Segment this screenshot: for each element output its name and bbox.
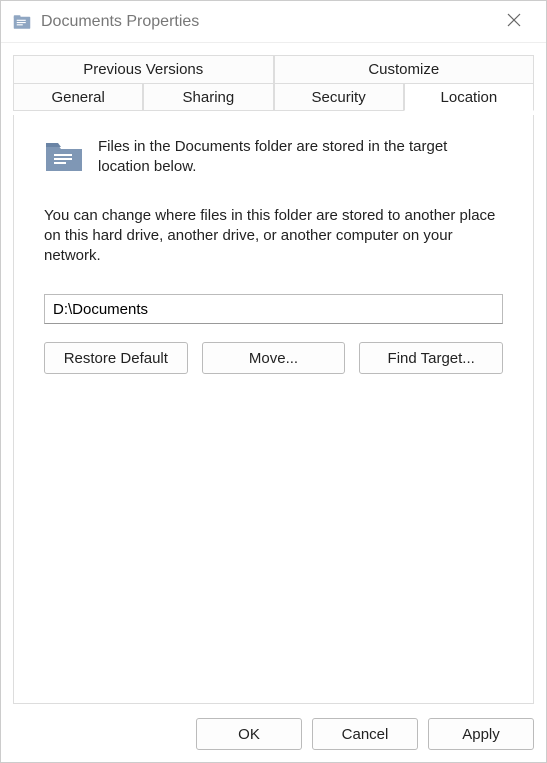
tab-label: Sharing [183,89,235,106]
content-area: Previous Versions Customize General Shar… [1,43,546,712]
find-target-button[interactable]: Find Target... [359,342,503,374]
tab-previous-versions[interactable]: Previous Versions [13,55,274,83]
tab-sharing[interactable]: Sharing [143,83,273,111]
move-button[interactable]: Move... [202,342,346,374]
location-path-input[interactable] [44,294,503,324]
tab-panel-location: Files in the Documents folder are stored… [13,115,534,704]
restore-default-button[interactable]: Restore Default [44,342,188,374]
dialog-footer: OK Cancel Apply [1,712,546,762]
folder-icon [13,13,31,31]
ok-button[interactable]: OK [196,718,302,750]
cancel-button[interactable]: Cancel [312,718,418,750]
description-text: You can change where files in this folde… [44,206,503,267]
tab-strip: Previous Versions Customize General Shar… [13,55,534,111]
tab-customize[interactable]: Customize [274,55,535,83]
apply-button[interactable]: Apply [428,718,534,750]
tab-label: General [51,89,104,106]
close-button[interactable] [494,1,534,42]
tab-label: Customize [368,61,439,78]
close-icon [507,13,521,31]
titlebar: Documents Properties [1,1,546,43]
tab-location[interactable]: Location [404,83,534,111]
intro-text: Files in the Documents folder are stored… [98,137,503,178]
tab-label: Previous Versions [83,61,203,78]
properties-dialog: Documents Properties Previous Versions C… [0,0,547,763]
documents-folder-icon [44,139,84,173]
tab-general[interactable]: General [13,83,143,111]
tab-label: Security [312,89,366,106]
tab-security[interactable]: Security [274,83,404,111]
window-title: Documents Properties [41,13,494,31]
tab-label: Location [441,89,498,106]
